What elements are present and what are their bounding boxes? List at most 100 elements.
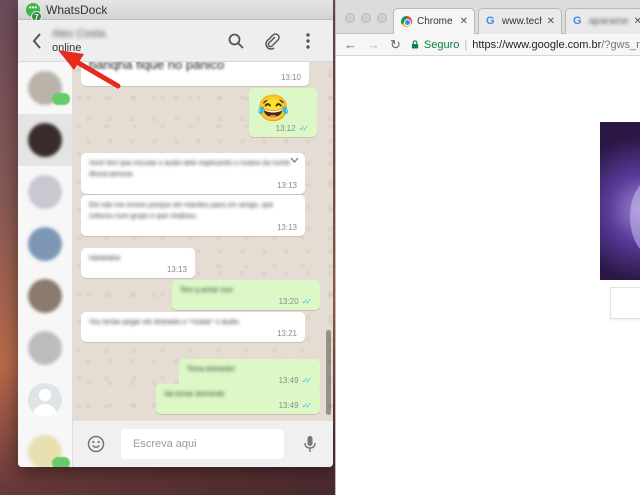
mic-button[interactable] <box>299 433 321 455</box>
contact-item[interactable] <box>18 62 72 114</box>
url-path: /?gws_rd=s <box>601 38 640 51</box>
whatsdock-app-icon[interactable]: ••• 7 <box>26 2 42 22</box>
microphone-icon <box>304 436 316 452</box>
browser-toolbar: ← → ↻ Seguro | https://www.google.com.br… <box>336 34 640 56</box>
contact-sidebar <box>18 62 73 467</box>
url-host: https://www.google.com.br <box>472 38 602 51</box>
lock-icon <box>411 40 419 49</box>
message-bubble-incoming[interactable]: Ele não me enviou porque ele mandou para… <box>81 195 305 236</box>
message-bubble-outgoing[interactable]: Vai tomar dormindo 13:49 ✓✓ <box>156 384 320 414</box>
browser-tab[interactable]: Chrome W ✕ <box>393 8 475 34</box>
unread-badge <box>52 457 70 467</box>
message-time: 13:13 <box>276 223 297 232</box>
tab-label: Chrome W <box>417 16 455 27</box>
chrome-logo-icon <box>401 16 412 27</box>
message-meta: 13:49 ✓✓ <box>164 401 313 410</box>
message-bubble-outgoing[interactable]: Tem q achar isso 13:20 ✓✓ <box>172 280 320 310</box>
contact-status: online <box>52 41 82 54</box>
tab-strip: Chrome W ✕ Gwww.techt ✕ Gaparamer ✕ <box>336 0 640 34</box>
read-receipt-icon: ✓✓ <box>301 401 313 410</box>
paperclip-icon <box>265 32 280 50</box>
window-controls <box>345 13 387 23</box>
message-bubble-incoming[interactable]: Vou tentar pegar ele distraído e "roubar… <box>81 312 305 342</box>
search-icon <box>228 33 244 49</box>
zoom-window-button[interactable] <box>377 13 387 23</box>
message-bubble-incoming[interactable]: Você tem que escutar o áudio dele explic… <box>81 153 305 194</box>
chevron-left-icon <box>32 32 41 49</box>
close-tab-icon[interactable]: ✕ <box>460 16 468 27</box>
message-bubble-outgoing[interactable]: 😂 13:12 ✓✓ <box>249 88 317 137</box>
message-text: Ele não me enviou porque ele mandou para… <box>89 202 274 220</box>
message-bubble-incoming[interactable]: hahahaha 13:13 <box>81 248 195 278</box>
composer <box>73 420 333 467</box>
laughing-emoji-icon: 😂 <box>257 93 290 123</box>
whatsdock-window: ••• 7 WhatsDock Alex Costa online banqha… <box>18 0 333 467</box>
emoji-button[interactable] <box>85 433 107 455</box>
chat-scrollbar[interactable] <box>326 330 331 415</box>
header-actions <box>225 30 319 52</box>
contact-item[interactable] <box>18 218 72 270</box>
purple-image-card[interactable] <box>600 122 640 280</box>
forward-nav-button[interactable]: → <box>367 38 380 51</box>
message-time: 13:49 <box>278 401 299 410</box>
back-button[interactable] <box>26 26 48 56</box>
message-time: 13:13 <box>166 265 187 274</box>
chat-area[interactable]: banqha fique no pânico 13:10 😂 13:12 ✓✓ Você … <box>73 62 333 420</box>
close-tab-icon[interactable]: ✕ <box>634 16 640 27</box>
message-meta: 13:20 ✓✓ <box>180 297 313 306</box>
message-time: 13:10 <box>280 73 301 82</box>
reload-button[interactable]: ↻ <box>390 38 401 51</box>
browser-tab[interactable]: Gwww.techt ✕ <box>478 8 562 34</box>
close-tab-icon[interactable]: ✕ <box>547 16 555 27</box>
secure-label: Seguro <box>423 38 460 51</box>
contact-item[interactable] <box>18 322 72 374</box>
google-logo-icon: G <box>573 15 582 27</box>
contact-item[interactable] <box>18 166 72 218</box>
message-text: banqha fique no pânico <box>89 62 225 72</box>
contact-item[interactable] <box>18 374 72 426</box>
browser-tab[interactable]: Gaparamer ✕ <box>565 8 640 34</box>
message-time: 13:21 <box>276 329 297 338</box>
chevron-down-icon[interactable] <box>290 157 299 163</box>
message-text: Tem q achar isso <box>180 287 233 294</box>
url-separator: | <box>464 38 468 51</box>
minimize-window-button[interactable] <box>361 13 371 23</box>
message-meta: 13:13 <box>89 265 187 274</box>
message-bubble-incoming[interactable]: banqha fique no pânico 13:10 <box>81 62 309 86</box>
message-meta: 13:10 <box>89 73 301 82</box>
contact-info[interactable]: Alex Costa online <box>52 28 105 54</box>
unread-badge <box>52 93 70 105</box>
menu-button[interactable] <box>297 30 319 52</box>
avatar <box>28 123 62 157</box>
white-card[interactable] <box>610 287 640 319</box>
tab-label: aparamer <box>589 16 629 27</box>
smiley-icon <box>87 435 105 453</box>
search-button[interactable] <box>225 30 247 52</box>
titlebar: ••• 7 WhatsDock <box>18 0 333 22</box>
address-bar[interactable]: Seguro | https://www.google.com.br/?gws_… <box>411 39 640 51</box>
contact-item[interactable] <box>18 114 72 166</box>
message-meta: 13:13 <box>89 181 297 190</box>
message-time: 13:13 <box>276 181 297 190</box>
contact-name: Alex Costa <box>52 27 106 40</box>
attach-button[interactable] <box>261 30 283 52</box>
message-text: Você tem que escutar o áudio dele explic… <box>89 160 291 178</box>
message-input[interactable] <box>121 429 284 459</box>
contact-item[interactable] <box>18 426 72 467</box>
message-text: Vai tomar dormindo <box>164 391 225 398</box>
avatar <box>28 227 62 261</box>
message-meta: 13:21 <box>89 329 297 338</box>
page-content <box>336 57 640 495</box>
message-time: 13:12 <box>275 124 296 133</box>
url-text: https://www.google.com.br/?gws_rd=s <box>472 39 640 51</box>
read-receipt-icon: ✓✓ <box>301 297 313 306</box>
avatar <box>28 331 62 365</box>
back-nav-button[interactable]: ← <box>344 38 357 51</box>
close-window-button[interactable] <box>345 13 355 23</box>
default-avatar-icon <box>28 383 62 417</box>
contact-item[interactable] <box>18 270 72 322</box>
message-meta: 13:13 <box>89 223 297 232</box>
avatar <box>28 175 62 209</box>
google-logo-icon: G <box>486 15 495 27</box>
chat-header: Alex Costa online <box>18 20 333 62</box>
